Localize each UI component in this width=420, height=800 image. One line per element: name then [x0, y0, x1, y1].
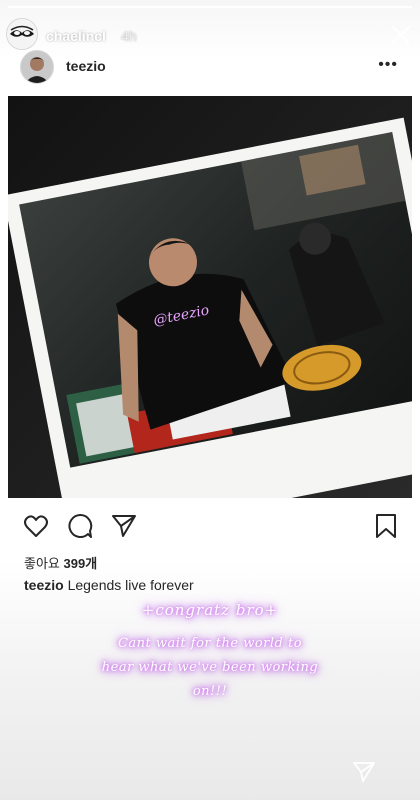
close-icon[interactable] [390, 24, 412, 46]
story-timestamp: 4h [121, 28, 137, 44]
avatar[interactable] [20, 50, 54, 84]
post-header: teezio ••• [0, 48, 420, 86]
post-caption: teezio Legends live forever [24, 577, 194, 593]
likes-number: 399개 [63, 556, 98, 571]
send-icon[interactable] [352, 760, 376, 784]
post-username[interactable]: teezio [66, 58, 106, 74]
story-overlay-line-2: hear what we've been working [101, 660, 319, 675]
bookmark-icon[interactable] [372, 512, 400, 540]
heart-icon[interactable] [22, 512, 50, 540]
caption-text: Legends live forever [67, 577, 194, 593]
story-overlay-title: +congratz bro+ [141, 601, 279, 619]
story-viewer: chaelincl 4h teezio ••• @teezio 좋아요 399개… [0, 0, 420, 800]
likes-count[interactable]: 좋아요 399개 [24, 553, 97, 572]
post-actions [0, 504, 420, 544]
story-username[interactable]: chaelincl [46, 28, 106, 44]
story-overlay-line-3: on!!! [192, 684, 228, 699]
paper-plane-icon[interactable] [110, 512, 138, 540]
likes-label: 좋아요 [24, 556, 60, 571]
post-photo[interactable]: @teezio [8, 96, 412, 498]
more-options-icon[interactable]: ••• [378, 56, 398, 74]
story-avatar[interactable] [6, 18, 38, 50]
comment-icon[interactable] [66, 512, 94, 540]
story-progress-bar [8, 6, 412, 8]
story-overlay-line-1: Cant wait for the world to [117, 636, 303, 651]
story-progress-fill [8, 6, 412, 8]
caption-username[interactable]: teezio [24, 577, 64, 593]
